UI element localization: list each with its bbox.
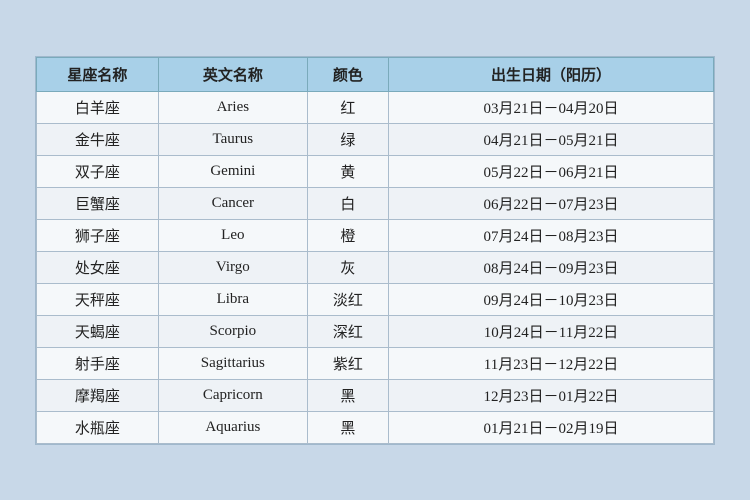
header-date: 出生日期（阳历） [389,57,714,91]
cell-en: Leo [158,219,307,251]
cell-cn: 白羊座 [37,91,159,123]
table-row: 金牛座Taurus绿04月21日－05月21日 [37,123,714,155]
table-row: 巨蟹座Cancer白06月22日－07月23日 [37,187,714,219]
header-color: 颜色 [307,57,388,91]
cell-cn: 巨蟹座 [37,187,159,219]
cell-color: 黑 [307,411,388,443]
cell-en: Sagittarius [158,347,307,379]
cell-color: 紫红 [307,347,388,379]
table-row: 射手座Sagittarius紫红11月23日－12月22日 [37,347,714,379]
header-cn: 星座名称 [37,57,159,91]
cell-cn: 天蝎座 [37,315,159,347]
table-row: 天秤座Libra淡红09月24日－10月23日 [37,283,714,315]
cell-date: 03月21日－04月20日 [389,91,714,123]
cell-date: 09月24日－10月23日 [389,283,714,315]
cell-en: Libra [158,283,307,315]
table-row: 白羊座Aries红03月21日－04月20日 [37,91,714,123]
cell-en: Gemini [158,155,307,187]
cell-date: 10月24日－11月22日 [389,315,714,347]
cell-cn: 摩羯座 [37,379,159,411]
table-row: 天蝎座Scorpio深红10月24日－11月22日 [37,315,714,347]
cell-color: 绿 [307,123,388,155]
cell-cn: 射手座 [37,347,159,379]
cell-cn: 处女座 [37,251,159,283]
cell-color: 深红 [307,315,388,347]
cell-cn: 狮子座 [37,219,159,251]
cell-cn: 双子座 [37,155,159,187]
cell-date: 01月21日－02月19日 [389,411,714,443]
cell-cn: 天秤座 [37,283,159,315]
cell-en: Taurus [158,123,307,155]
table-row: 摩羯座Capricorn黑12月23日－01月22日 [37,379,714,411]
zodiac-table: 星座名称 英文名称 颜色 出生日期（阳历） 白羊座Aries红03月21日－04… [36,57,714,444]
cell-color: 黑 [307,379,388,411]
cell-date: 11月23日－12月22日 [389,347,714,379]
cell-color: 淡红 [307,283,388,315]
cell-date: 07月24日－08月23日 [389,219,714,251]
cell-date: 08月24日－09月23日 [389,251,714,283]
cell-en: Aquarius [158,411,307,443]
cell-color: 灰 [307,251,388,283]
cell-en: Capricorn [158,379,307,411]
cell-color: 橙 [307,219,388,251]
cell-date: 05月22日－06月21日 [389,155,714,187]
cell-date: 12月23日－01月22日 [389,379,714,411]
cell-en: Aries [158,91,307,123]
cell-date: 04月21日－05月21日 [389,123,714,155]
cell-en: Scorpio [158,315,307,347]
table-header-row: 星座名称 英文名称 颜色 出生日期（阳历） [37,57,714,91]
table-row: 狮子座Leo橙07月24日－08月23日 [37,219,714,251]
table-row: 双子座Gemini黄05月22日－06月21日 [37,155,714,187]
cell-en: Virgo [158,251,307,283]
header-en: 英文名称 [158,57,307,91]
cell-color: 白 [307,187,388,219]
zodiac-table-container: 星座名称 英文名称 颜色 出生日期（阳历） 白羊座Aries红03月21日－04… [35,56,715,445]
cell-en: Cancer [158,187,307,219]
cell-date: 06月22日－07月23日 [389,187,714,219]
cell-color: 红 [307,91,388,123]
cell-cn: 金牛座 [37,123,159,155]
cell-cn: 水瓶座 [37,411,159,443]
cell-color: 黄 [307,155,388,187]
table-row: 水瓶座Aquarius黑01月21日－02月19日 [37,411,714,443]
table-row: 处女座Virgo灰08月24日－09月23日 [37,251,714,283]
